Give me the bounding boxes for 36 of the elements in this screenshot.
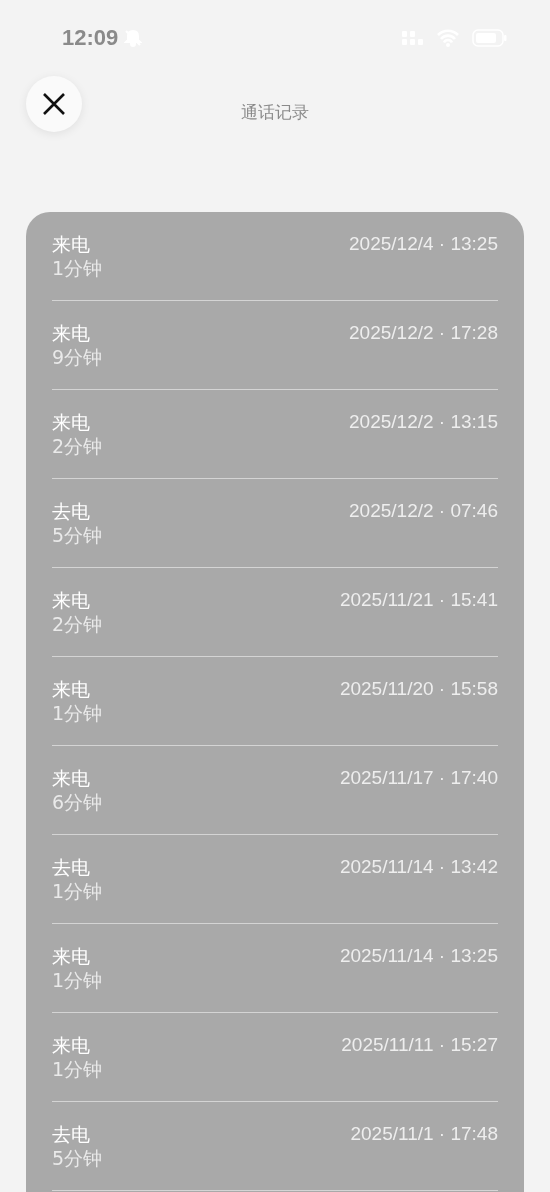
call-duration: 5分钟 (52, 523, 103, 547)
call-datetime: 2025/11/1 · 17:48 (350, 1122, 498, 1146)
call-type: 来电 (52, 588, 91, 612)
call-type: 来电 (52, 1033, 91, 1057)
call-duration: 6分钟 (52, 790, 103, 814)
call-duration: 1分钟 (52, 1057, 103, 1081)
call-datetime: 2025/12/2 · 13:15 (349, 410, 498, 434)
call-type: 来电 (52, 944, 91, 968)
call-duration: 1分钟 (52, 968, 103, 992)
call-datetime: 2025/11/17 · 17:40 (339, 766, 498, 790)
call-type: 去电 (52, 499, 91, 523)
screen-title: 通话记录 (241, 101, 309, 124)
call-datetime: 2025/11/11 · 15:27 (341, 1033, 498, 1057)
call-duration: 2分钟 (52, 612, 103, 636)
call-type: 来电 (52, 232, 91, 256)
call-duration: 1分钟 (52, 701, 103, 725)
call-type: 去电 (52, 1122, 91, 1146)
call-type: 来电 (52, 677, 91, 701)
call-datetime: 2025/11/21 · 15:41 (339, 588, 498, 612)
close-icon (42, 92, 66, 116)
call-datetime: 2025/12/2 · 17:28 (349, 321, 498, 345)
call-duration: 1分钟 (52, 879, 103, 903)
call-datetime: 2025/11/20 · 15:58 (339, 677, 498, 701)
status-time: 12:09 (62, 24, 119, 51)
call-datetime: 2025/11/14 · 13:25 (339, 944, 498, 968)
call-duration: 9分钟 (52, 345, 103, 369)
call-datetime: 2025/12/4 · 13:25 (349, 232, 498, 256)
call-type: 来电 (52, 321, 91, 345)
call-datetime: 2025/11/14 · 13:42 (339, 855, 498, 879)
call-type: 来电 (52, 410, 91, 434)
call-duration: 1分钟 (52, 256, 103, 280)
call-datetime: 2025/12/2 · 07:46 (349, 499, 498, 523)
call-type: 去电 (52, 855, 91, 879)
call-duration: 2分钟 (52, 434, 103, 458)
call-type: 来电 (52, 766, 91, 790)
call-duration: 5分钟 (52, 1146, 103, 1170)
